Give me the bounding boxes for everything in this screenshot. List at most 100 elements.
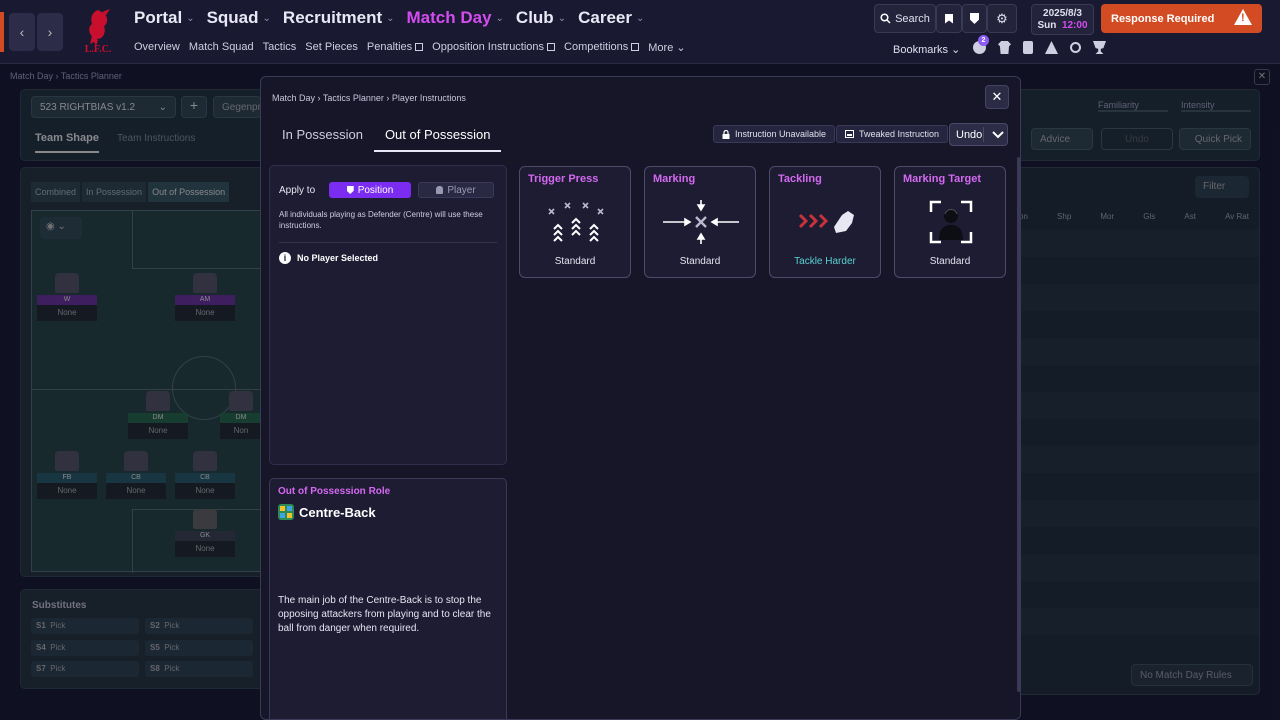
divider	[279, 242, 497, 243]
chevron-down-icon: ⌄	[676, 42, 686, 54]
trigger-press-icon	[548, 202, 604, 242]
trophy-icon[interactable]	[1093, 41, 1106, 54]
subnav-match-squad[interactable]: Match Squad	[189, 41, 254, 54]
bookmarks-dropdown[interactable]: Bookmarks ⌄	[893, 43, 960, 56]
day: Sun	[1037, 19, 1057, 31]
bookmark-button[interactable]	[936, 4, 962, 33]
apply-description: All individuals playing as Defender (Cen…	[279, 210, 483, 230]
club-button[interactable]	[962, 4, 987, 33]
nav-label: Portal	[134, 8, 183, 27]
response-required-button[interactable]: Response Required	[1101, 4, 1262, 33]
close-button[interactable]: ✕	[985, 85, 1009, 109]
chevron-down-icon: ⌄	[495, 12, 504, 24]
training-icon[interactable]	[1045, 41, 1058, 54]
legend-tweaked-instruction: Tweaked Instruction	[836, 125, 949, 143]
gear-icon: ⚙	[996, 10, 1008, 26]
position-toggle[interactable]: Position	[329, 182, 411, 198]
nav-label: Recruitment	[282, 8, 383, 27]
subnav-tactics[interactable]: Tactics	[263, 41, 297, 54]
toggle-label: Position	[357, 184, 394, 196]
legend-label: Instruction Unavailable	[735, 129, 827, 139]
card-value: Standard	[679, 256, 721, 267]
instruction-card-trigger-press[interactable]: Trigger Press Standard	[519, 166, 631, 278]
nav-label: Club	[515, 8, 554, 27]
subnav-more[interactable]: More ⌄	[648, 41, 685, 54]
external-link-icon	[547, 43, 556, 51]
card-value: Tackle Harder	[794, 256, 856, 267]
club-crest[interactable]: L.F.C.	[80, 6, 116, 58]
card-title: Marking	[653, 173, 696, 185]
card-value: Standard	[554, 256, 596, 267]
role-section-title: Out of Possession Role	[278, 486, 391, 497]
player-toggle[interactable]: Player	[418, 182, 494, 198]
nav-career[interactable]: Career ⌄	[578, 8, 644, 28]
marking-icon	[663, 200, 739, 244]
subnav-set-pieces[interactable]: Set Pieces	[305, 41, 358, 54]
nav-squad[interactable]: Squad ⌄	[207, 8, 271, 28]
response-label: Response Required	[1111, 12, 1215, 25]
marking-target-icon	[929, 200, 973, 244]
close-icon: ✕	[991, 89, 1003, 104]
lock-icon	[722, 129, 730, 139]
nav-portal[interactable]: Portal ⌄	[134, 8, 195, 28]
notification-badge: 2	[978, 35, 989, 46]
forward-button[interactable]: ›	[37, 13, 63, 51]
player-instructions-modal: Match Day › Tactics Planner › Player Ins…	[260, 76, 1021, 720]
tab-out-of-possession[interactable]: Out of Possession	[373, 121, 502, 152]
chevron-down-icon: ⌄	[262, 12, 271, 24]
instruction-card-tackling[interactable]: Tackling Tackle Harder	[769, 166, 881, 278]
shirt-icon[interactable]	[998, 41, 1011, 54]
nav-label: Match Day	[406, 8, 492, 27]
undo-dropdown[interactable]: Undo	[949, 123, 1008, 146]
breadcrumb-item[interactable]: Tactics Planner	[323, 93, 384, 103]
instruction-card-marking[interactable]: Marking Standard	[644, 166, 756, 278]
subnav-penalties[interactable]: Penalties	[366, 41, 424, 54]
nav-label: Career	[578, 8, 632, 27]
apply-to-label: Apply to	[279, 185, 316, 196]
breadcrumb-item[interactable]: Match Day	[272, 93, 315, 103]
subnav-competitions[interactable]: Competitions	[564, 41, 640, 54]
back-button[interactable]: ‹	[9, 13, 35, 51]
chevron-down-icon: ⌄	[386, 12, 395, 24]
modal-scrollbar[interactable]	[1017, 157, 1020, 692]
role-description: The main job of the Centre-Back is to st…	[278, 595, 491, 634]
quick-icons: 2	[973, 35, 1106, 54]
subnav-opposition-instructions[interactable]: Opposition Instructions	[432, 41, 556, 54]
refresh-icon[interactable]	[1070, 42, 1081, 53]
nav-match-day[interactable]: Match Day ⌄	[407, 8, 504, 28]
date-time-button[interactable]: 2025/8/3 Sun 12:00	[1031, 4, 1094, 35]
bookmark-icon	[945, 13, 953, 24]
external-link-icon	[631, 43, 640, 51]
undo-label: Undo	[956, 128, 983, 141]
possession-tabs: In Possession Out of Possession	[271, 121, 502, 152]
person-icon	[436, 186, 444, 194]
subnav-label: Penalties	[366, 41, 413, 53]
date: 2025/8/3	[1043, 7, 1082, 19]
warning-icon	[1234, 9, 1252, 25]
nav-club[interactable]: Club ⌄	[516, 8, 566, 28]
card-title: Marking Target	[903, 173, 982, 185]
tab-in-possession[interactable]: In Possession	[271, 121, 374, 152]
shield-icon	[346, 186, 354, 194]
chevron-down-icon: ⌄	[951, 44, 961, 56]
shield-icon	[970, 13, 979, 24]
search-button[interactable]: Search	[874, 4, 936, 33]
chevron-down-icon: ⌄	[557, 12, 567, 24]
settings-button[interactable]: ⚙	[987, 4, 1017, 33]
time: 12:00	[1061, 19, 1088, 31]
instruction-card-marking-target[interactable]: Marking Target Standard	[894, 166, 1006, 278]
role-panel: Out of Possession Role Centre-Back The m…	[269, 478, 507, 719]
subnav-label: Opposition Instructions	[432, 41, 545, 53]
card-icon[interactable]	[1023, 41, 1033, 54]
day-time: Sun 12:00	[1037, 20, 1087, 32]
nav-recruitment[interactable]: Recruitment ⌄	[283, 8, 395, 28]
chevron-down-icon	[992, 131, 1004, 139]
side-accent	[0, 12, 4, 52]
breadcrumb-item: Player Instructions	[391, 93, 466, 103]
subnav-overview[interactable]: Overview	[134, 41, 180, 54]
main-nav: Portal ⌄ Squad ⌄ Recruitment ⌄ Match Day ⌄ C…	[134, 8, 644, 28]
nav-label: Squad	[206, 8, 259, 27]
toggle-label: Player	[447, 184, 476, 196]
chevron-down-icon: ⌄	[635, 12, 645, 24]
chat-icon[interactable]: 2	[973, 35, 989, 54]
